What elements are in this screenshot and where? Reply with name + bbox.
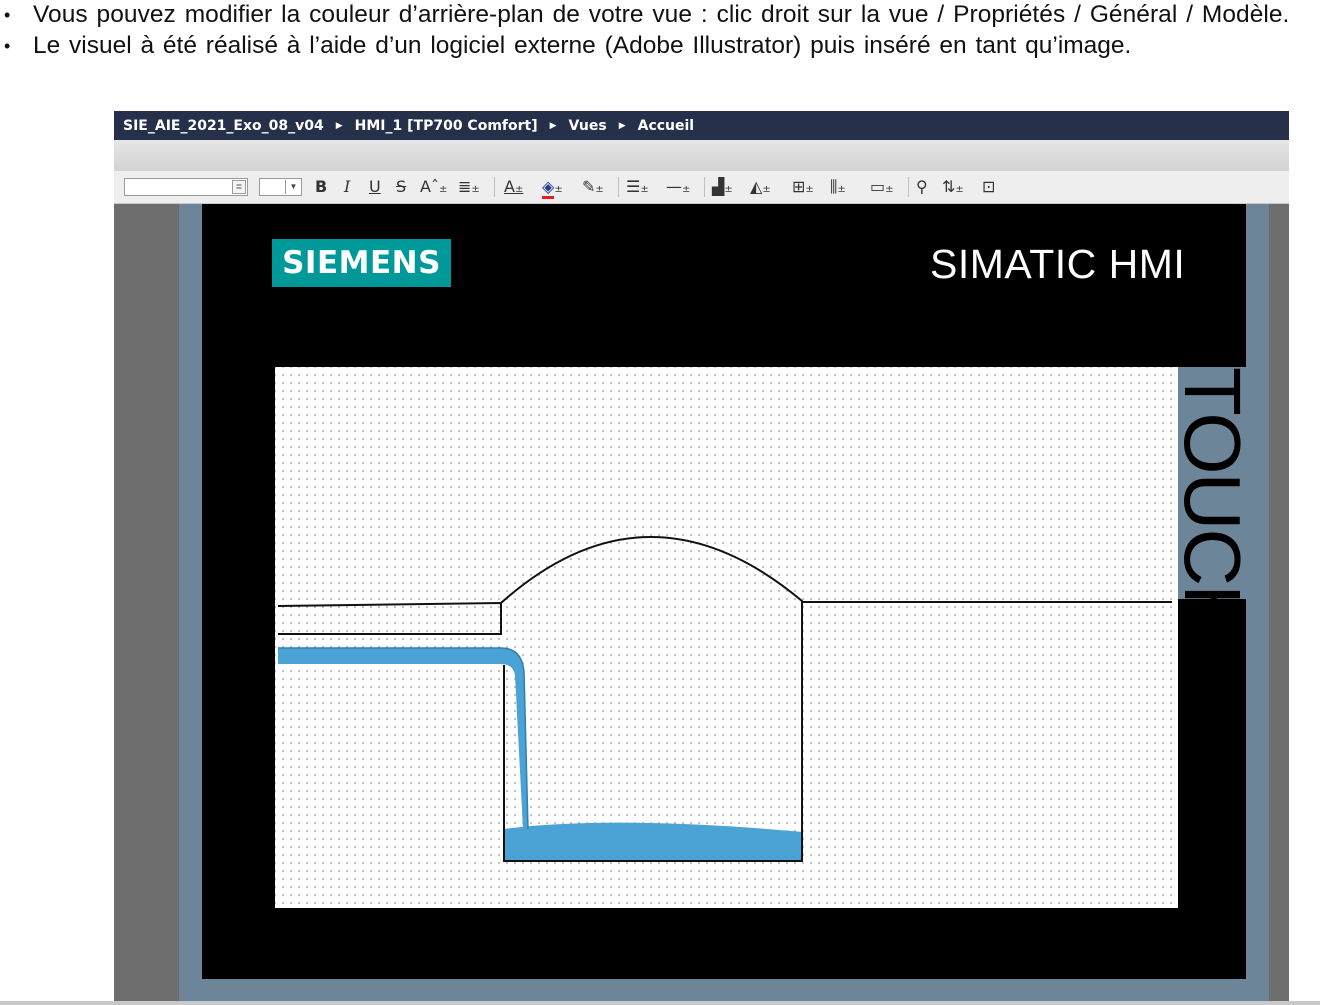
touch-label-strip: TOUCH — [1178, 367, 1246, 599]
tank-pipe-graphic[interactable] — [275, 367, 1178, 908]
fill-color-icon[interactable]: ◈± — [542, 176, 563, 199]
zoom-icon[interactable]: ⊡ — [982, 176, 995, 198]
text-size-icon[interactable]: Aˆ± — [420, 176, 447, 198]
align-icon[interactable]: ⊞± — [792, 176, 814, 198]
line-style-icon[interactable]: ☰± — [626, 176, 649, 198]
touch-label: TOUCH — [1178, 367, 1246, 599]
breadcrumb-project[interactable]: SIE_AIE_2021_Exo_08_v04 — [123, 118, 324, 134]
siemens-logo: SIEMENS — [272, 239, 451, 287]
chevron-down-icon[interactable]: ▼ — [285, 180, 301, 194]
breadcrumb: SIE_AIE_2021_Exo_08_v04 ▶ HMI_1 [TP700 C… — [114, 111, 1289, 140]
bullet-icon: • — [4, 5, 11, 25]
font-list-icon[interactable]: ≣ — [232, 180, 246, 194]
tab-order-icon[interactable]: ⇅± — [942, 176, 964, 198]
rotate-icon[interactable]: ◭± — [750, 176, 771, 198]
water-inlet-top-edge — [278, 647, 529, 830]
underline-icon[interactable]: U — [369, 176, 381, 198]
page-bottom-edge — [0, 1001, 1320, 1005]
breadcrumb-screen-accueil[interactable]: Accueil — [638, 118, 695, 134]
line-width-icon[interactable]: —± — [666, 176, 690, 198]
tank-outline — [500, 536, 803, 862]
chevron-right-icon: ▶ — [335, 120, 343, 131]
format-painter-icon[interactable]: ⚲ — [916, 176, 928, 198]
distribute-icon[interactable]: ⫼± — [830, 176, 846, 198]
arrange-icon[interactable]: ▟± — [712, 176, 733, 198]
breadcrumb-screens[interactable]: Vues — [569, 118, 607, 134]
water-level — [504, 822, 803, 861]
font-color-icon[interactable]: A± — [504, 176, 523, 198]
editor-header-bar — [114, 140, 1289, 172]
workspace-margin — [121, 204, 179, 1001]
chevron-right-icon: ▶ — [549, 120, 557, 131]
line-color-icon[interactable]: ✎± — [582, 176, 604, 198]
text-align-icon[interactable]: ≣± — [458, 176, 480, 198]
hmi-screen-canvas[interactable] — [275, 367, 1178, 908]
strikethrough-icon[interactable]: S — [396, 176, 406, 198]
workspace-margin-right — [1269, 204, 1289, 1001]
note-text-2: Le visuel à été réalisé à l’aide d’un lo… — [33, 32, 1132, 59]
water-inlet-flow — [278, 648, 528, 829]
bold-icon[interactable]: B — [315, 176, 327, 198]
note-text-1: Vous pouvez modifier la couleur d’arrièr… — [33, 1, 1290, 28]
inlet-pipe-upper — [277, 601, 502, 635]
same-size-icon[interactable]: ▭± — [870, 176, 894, 198]
breadcrumb-device[interactable]: HMI_1 [TP700 Comfort] — [355, 118, 538, 134]
format-toolbar: ≣ ▼ B I U S Aˆ± ≣± A± ◈± ✎± ☰± —± ▟± ◭± … — [114, 171, 1289, 204]
chevron-right-icon: ▶ — [618, 120, 626, 131]
bullet-icon: • — [4, 36, 11, 56]
font-name-select[interactable] — [124, 178, 248, 196]
italic-icon[interactable]: I — [344, 176, 350, 198]
simatic-hmi-title: SIMATIC HMI — [930, 241, 1186, 287]
